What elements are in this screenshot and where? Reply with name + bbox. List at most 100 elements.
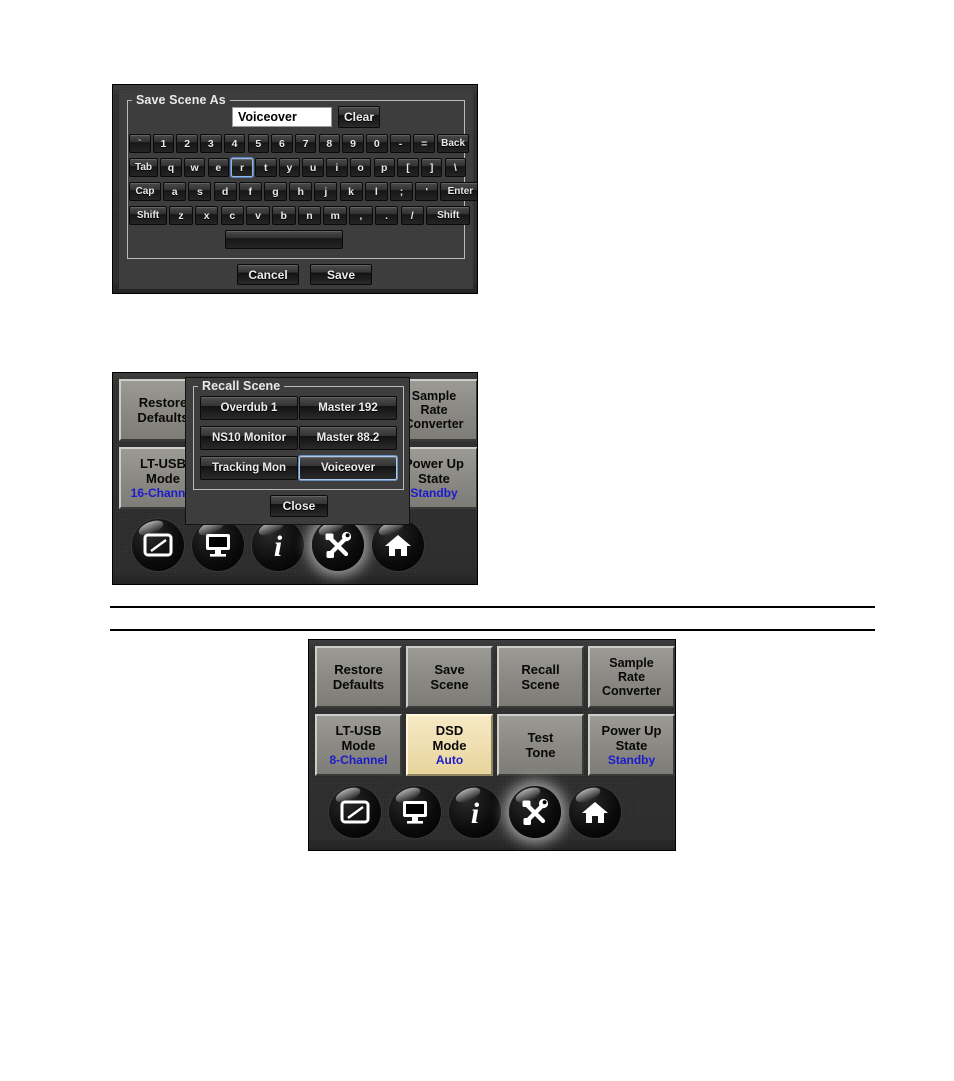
key-m[interactable]: m [323,206,347,225]
key-j[interactable]: j [314,182,338,201]
setup-button-recall-scene[interactable]: Recall Scene [497,646,584,708]
scene-name-input[interactable]: Voiceover [232,107,332,127]
key-sym[interactable]: - [389,134,412,153]
tools-icon[interactable] [509,786,561,838]
key-h[interactable]: h [289,182,313,201]
setup-button-sub: Auto [435,752,464,767]
key-2[interactable]: 2 [176,134,198,153]
key-sym[interactable]: ] [420,158,443,177]
setup-button-line1: Recall [521,662,560,677]
grid-button-line1: Sample [411,389,457,403]
key-4[interactable]: 4 [223,134,246,153]
setup-button-line2: Scene [430,677,469,692]
setup-button-test-tone[interactable]: Test Tone [497,714,584,776]
setup-button-line2: Mode [341,737,376,753]
monitor-icon[interactable] [389,786,441,838]
key-sym[interactable]: ` [129,134,151,153]
key-d[interactable]: d [213,182,237,201]
key-5[interactable]: 5 [247,134,269,153]
key-3[interactable]: 3 [200,134,222,153]
save-button[interactable]: Save [310,264,372,285]
setup-button-power-up-state[interactable]: Power Up State Standby [588,714,675,776]
setup-button-line2: Scene [521,677,560,692]
key-g[interactable]: g [264,182,287,201]
setup-button-save-scene[interactable]: Save Scene [406,646,493,708]
key-Enter[interactable]: Enter [440,182,477,201]
key-space[interactable] [225,230,343,249]
key-sym[interactable]: \ [444,158,467,177]
save-scene-title: Save Scene As [132,94,230,106]
key-x[interactable]: x [194,206,219,225]
key-sym[interactable]: = [413,134,435,153]
key-u[interactable]: u [302,158,324,177]
meter-icon[interactable] [132,519,184,571]
setup-button-dsd-mode[interactable]: DSD Mode Auto [406,714,493,776]
key-sym[interactable]: [ [397,158,419,177]
key-s[interactable]: s [188,182,212,201]
key-Tab[interactable]: Tab [129,158,158,177]
key-y[interactable]: y [278,158,301,177]
key-Shift[interactable]: Shift [129,206,167,225]
key-f[interactable]: f [238,182,262,201]
key-sym[interactable]: / [400,206,424,225]
key-r[interactable]: r [231,158,253,177]
key-i[interactable]: i [326,158,348,177]
scene-button-tracking-mon[interactable]: Tracking Mon [200,456,298,480]
key-p[interactable]: p [373,158,395,177]
key-sym[interactable]: , [349,206,373,225]
cancel-button[interactable]: Cancel [237,264,299,285]
key-t[interactable]: t [255,158,277,177]
key-0[interactable]: 0 [366,134,388,153]
key-v[interactable]: v [246,206,270,225]
key-6[interactable]: 6 [271,134,293,153]
scene-button-voiceover[interactable]: Voiceover [299,456,397,480]
key-b[interactable]: b [272,206,296,225]
info-icon[interactable]: i [252,519,304,571]
setup-button-line1: LT-USB [335,722,382,738]
key-8[interactable]: 8 [318,134,341,153]
key-sym[interactable]: . [374,206,399,225]
key-l[interactable]: l [364,182,388,201]
key-7[interactable]: 7 [294,134,317,153]
key-Shift[interactable]: Shift [426,206,471,225]
key-Back[interactable]: Back [437,134,470,153]
key-w[interactable]: w [183,158,206,177]
scene-button-master-192[interactable]: Master 192 [299,396,397,420]
svg-text:i: i [274,530,283,561]
key-o[interactable]: o [349,158,372,177]
clear-button[interactable]: Clear [338,106,380,128]
key-z[interactable]: z [169,206,193,225]
setup-button-line1: Restore [334,662,383,677]
key-a[interactable]: a [163,182,187,201]
key-e[interactable]: e [207,158,230,177]
recall-scene-title: Recall Scene [198,380,285,392]
info-icon[interactable]: i [449,786,501,838]
key-9[interactable]: 9 [342,134,364,153]
meter-icon[interactable] [329,786,381,838]
key-n[interactable]: n [297,206,322,225]
key-k[interactable]: k [339,182,363,201]
grid-button-line1: Restore [138,395,188,410]
key-c[interactable]: c [220,206,245,225]
close-button[interactable]: Close [270,495,328,517]
key-sym[interactable]: ; [390,182,413,201]
setup-button-line1: DSD [435,722,464,738]
key-1[interactable]: 1 [152,134,175,153]
monitor-icon[interactable] [192,519,244,571]
section-divider-bottom [110,629,875,631]
tools-icon[interactable] [312,519,364,571]
setup-button-restore-defaults[interactable]: Restore Defaults [315,646,402,708]
grid-button-line1: Power Up [404,455,464,471]
key-q[interactable]: q [160,158,182,177]
scene-button-overdub-1[interactable]: Overdub 1 [200,396,298,420]
scene-button-master-88-2[interactable]: Master 88.2 [299,426,397,450]
grid-button-line2: State [418,470,450,486]
key-sym[interactable]: ' [415,182,439,201]
setup-button-line2: Tone [525,745,556,760]
home-icon[interactable] [372,519,424,571]
setup-button-lt-usb-mode[interactable]: LT-USB Mode 8-Channel [315,714,402,776]
home-icon[interactable] [569,786,621,838]
key-Cap[interactable]: Cap [129,182,161,201]
setup-button-sample-rate[interactable]: Sample Rate Converter [588,646,675,708]
scene-button-ns10-monitor[interactable]: NS10 Monitor [200,426,298,450]
